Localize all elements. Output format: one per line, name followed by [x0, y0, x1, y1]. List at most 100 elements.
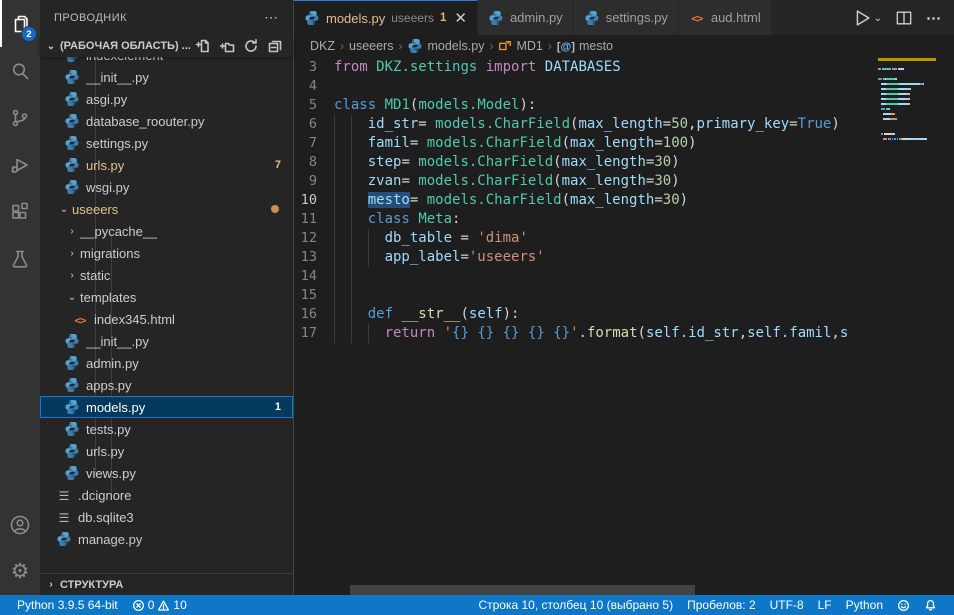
activity-item-extensions[interactable] — [0, 188, 40, 235]
indent-guide — [368, 248, 369, 267]
activity-item-search[interactable] — [0, 47, 40, 94]
breadcrumb-item-MD1[interactable]: MD1 — [498, 39, 542, 53]
tree-item-db.sqlite3[interactable]: ☰db.sqlite3 — [40, 506, 293, 528]
status-feedback[interactable] — [890, 595, 917, 615]
minimap[interactable] — [878, 58, 945, 595]
problems-count-badge: 7 — [275, 159, 281, 171]
more-actions-icon[interactable]: ⋯ — [926, 9, 942, 27]
tree-item-urls.py[interactable]: urls.py — [40, 440, 293, 462]
tree-item-label: useeers — [72, 202, 118, 217]
activity-item-testing[interactable] — [0, 235, 40, 282]
tree-item-wsgi.py[interactable]: wsgi.py — [40, 176, 293, 198]
error-count: 0 — [148, 598, 155, 612]
tab-models.py[interactable]: models.pyuseeers1✕ — [294, 0, 478, 35]
tree-item-indexelement[interactable]: indexelement — [40, 57, 293, 66]
tree-item-migrations[interactable]: ›migrations — [40, 242, 293, 264]
activity-item-accounts[interactable] — [0, 501, 40, 548]
tree-item-admin.py[interactable]: admin.py — [40, 352, 293, 374]
code-line-7[interactable]: 7 famil= models.CharField(max_length=100… — [294, 134, 878, 153]
html-icon: <> — [74, 312, 85, 327]
explorer-title-row: ПРОВОДНИК ⋯ — [40, 0, 293, 35]
refresh-icon[interactable] — [243, 38, 259, 54]
python-icon — [584, 10, 600, 26]
tree-item-useeers[interactable]: ⌄useeers — [40, 198, 293, 220]
config-icon: ☰ — [59, 488, 70, 503]
explorer-more-actions-icon[interactable]: ⋯ — [264, 9, 279, 26]
feedback-icon — [897, 599, 910, 612]
horizontal-scrollbar[interactable] — [350, 585, 695, 595]
tree-item-manage.py[interactable]: manage.py — [40, 528, 293, 550]
status-problems[interactable]: 010 — [125, 595, 194, 615]
tree-item-apps.py[interactable]: apps.py — [40, 374, 293, 396]
code-line-6[interactable]: 6 id_str= models.CharField(max_length=50… — [294, 115, 878, 134]
indent-guide — [334, 210, 335, 229]
status-notifications[interactable] — [917, 595, 944, 615]
code-line-14[interactable]: 14 — [294, 267, 878, 286]
breadcrumb-item-models.py[interactable]: models.py — [407, 38, 484, 54]
breadcrumb-item-DKZ[interactable]: DKZ — [310, 39, 335, 53]
indent-guide — [351, 324, 352, 343]
breadcrumb-item-mesto[interactable]: [@]mesto — [557, 39, 613, 53]
breadcrumb-separator: › — [548, 39, 552, 53]
activity-item-source-control[interactable] — [0, 94, 40, 141]
code-line-9[interactable]: 9 zvan= models.CharField(max_length=30) — [294, 172, 878, 191]
source-control-icon — [8, 106, 32, 130]
editor-group: models.pyuseeers1✕admin.pysettings.py<>a… — [294, 0, 954, 595]
code-line-11[interactable]: 11 class Meta: — [294, 210, 878, 229]
breadcrumb-item-useeers[interactable]: useeers — [349, 39, 393, 53]
code-line-5[interactable]: 5class MD1(models.Model): — [294, 96, 878, 115]
tree-item-__init__.py[interactable]: __init__.py — [40, 66, 293, 88]
tree-item-static[interactable]: ›static — [40, 264, 293, 286]
new-folder-icon[interactable] — [219, 38, 235, 54]
indent-guide — [351, 115, 352, 134]
python-icon — [304, 10, 320, 26]
code-line-16[interactable]: 16 def __str__(self): — [294, 305, 878, 324]
code-line-13[interactable]: 13 app_label='useeers' — [294, 248, 878, 267]
activity-item-explorer[interactable]: 2 — [0, 0, 40, 47]
tree-item-models.py[interactable]: models.py1 — [40, 396, 293, 418]
tree-item-database_roouter.py[interactable]: database_roouter.py — [40, 110, 293, 132]
status-indentation[interactable]: Пробелов: 2 — [680, 595, 763, 615]
tree-item-__init__.py[interactable]: __init__.py — [40, 330, 293, 352]
code-line-12[interactable]: 12 db_table = 'dima' — [294, 229, 878, 248]
code-line-17[interactable]: 17 return '{} {} {} {} {}'.format(self.i… — [294, 324, 878, 343]
workspace-section-header[interactable]: ⌄ (РАБОЧАЯ ОБЛАСТЬ) ... — [40, 35, 293, 57]
indent-guide — [334, 305, 335, 324]
tree-item-urls.py[interactable]: urls.py7 — [40, 154, 293, 176]
code-editor[interactable]: 3from DKZ.settings import DATABASES45cla… — [294, 57, 954, 595]
tree-item-templates[interactable]: ⌄templates — [40, 286, 293, 308]
split-icon[interactable] — [894, 8, 914, 28]
code-line-10[interactable]: 10 mesto= models.CharField(max_length=30… — [294, 191, 878, 210]
new-file-icon[interactable] — [195, 38, 211, 54]
tab-admin.py[interactable]: admin.py — [478, 0, 574, 35]
tree-item-label: wsgi.py — [86, 180, 129, 195]
tree-item-label: migrations — [80, 246, 140, 261]
activity-item-manage[interactable]: ⚙ — [0, 548, 40, 595]
code-line-15[interactable]: 15 — [294, 286, 878, 305]
tree-item-tests.py[interactable]: tests.py — [40, 418, 293, 440]
status-cursor-position[interactable]: Строка 10, столбец 10 (выбрано 5) — [471, 595, 680, 615]
tree-item-index345.html[interactable]: <>index345.html — [40, 308, 293, 330]
tab-aud.html[interactable]: <>aud.html — [679, 0, 772, 35]
warning-icon — [157, 599, 170, 612]
collapse-all-icon[interactable] — [267, 38, 283, 54]
code-line-4[interactable]: 4 — [294, 77, 878, 96]
run-button[interactable]: ⌄ — [851, 7, 882, 29]
tab-settings.py[interactable]: settings.py — [574, 0, 679, 35]
file-tree: indexelement__init__.pyasgi.pydatabase_r… — [40, 57, 293, 573]
status-encoding[interactable]: UTF-8 — [763, 595, 811, 615]
status-eol[interactable]: LF — [811, 595, 839, 615]
outline-section-header[interactable]: › СТРУКТУРА — [40, 573, 293, 595]
status-python-interpreter[interactable]: Python 3.9.5 64-bit — [10, 595, 125, 615]
code-line-3[interactable]: 3from DKZ.settings import DATABASES — [294, 58, 878, 77]
status-language-mode[interactable]: Python — [839, 595, 890, 615]
close-icon[interactable]: ✕ — [454, 11, 467, 26]
tree-item-asgi.py[interactable]: asgi.py — [40, 88, 293, 110]
activity-item-run-and-debug[interactable] — [0, 141, 40, 188]
code-line-8[interactable]: 8 step= models.CharField(max_length=30) — [294, 153, 878, 172]
tree-item-views.py[interactable]: views.py — [40, 462, 293, 484]
tree-item-.dcignore[interactable]: ☰.dcignore — [40, 484, 293, 506]
tree-item-settings.py[interactable]: settings.py — [40, 132, 293, 154]
code-area[interactable]: 3from DKZ.settings import DATABASES45cla… — [294, 57, 878, 595]
tree-item-__pycache__[interactable]: ›__pycache__ — [40, 220, 293, 242]
